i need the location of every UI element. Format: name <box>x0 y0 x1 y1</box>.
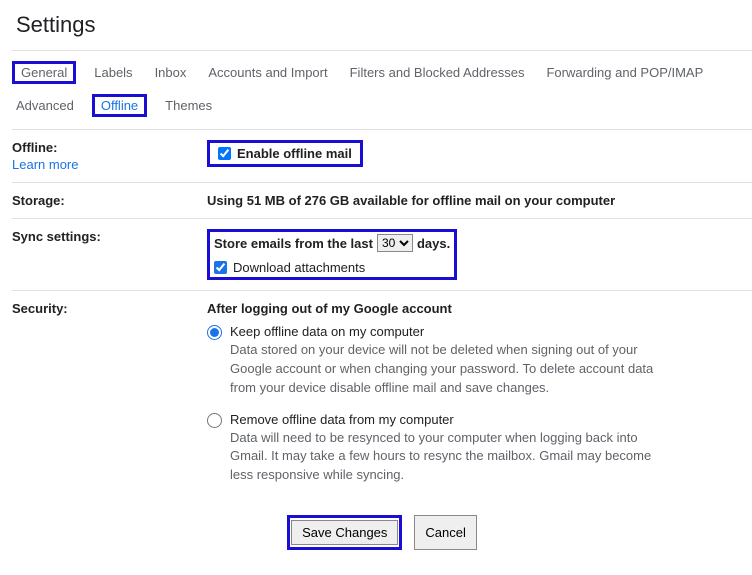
security-label: Security: <box>12 301 207 499</box>
tab-advanced[interactable]: Advanced <box>12 96 78 115</box>
section-storage: Storage: Using 51 MB of 276 GB available… <box>12 183 752 219</box>
store-suffix: days. <box>417 236 450 251</box>
download-attachments-checkbox[interactable] <box>214 261 227 274</box>
security-option-desc: Data stored on your device will not be d… <box>230 341 670 398</box>
store-prefix: Store emails from the last <box>214 236 373 251</box>
button-row: Save Changes Cancel <box>12 509 752 550</box>
tab-filters-and-blocked-addresses[interactable]: Filters and Blocked Addresses <box>346 63 529 82</box>
tab-themes[interactable]: Themes <box>161 96 216 115</box>
tab-offline[interactable]: Offline <box>97 96 142 115</box>
security-option: Keep offline data on my computer Data sto… <box>207 324 752 398</box>
security-radio-1[interactable] <box>207 413 222 428</box>
tab-inbox[interactable]: Inbox <box>151 63 191 82</box>
tab-accounts-and-import[interactable]: Accounts and Import <box>204 63 331 82</box>
save-button[interactable]: Save Changes <box>291 520 398 545</box>
storage-text: Using 51 MB of 276 GB available for offl… <box>207 193 752 208</box>
download-attachments-label: Download attachments <box>233 260 365 275</box>
security-heading: After logging out of my Google account <box>207 301 752 316</box>
sync-days-select[interactable]: 30 <box>377 234 413 252</box>
page-title: Settings <box>12 12 752 38</box>
tabs-primary: General Labels Inbox Accounts and Import Fil… <box>12 50 752 90</box>
tabs-secondary: Advanced Offline Themes <box>12 90 752 130</box>
enable-offline-checkbox[interactable] <box>218 147 231 160</box>
section-offline: Offline: Learn more Enable offline mail <box>12 130 752 183</box>
section-security: Security: After logging out of my Google… <box>12 291 752 509</box>
security-option-label: Keep offline data on my computer <box>230 324 670 339</box>
cancel-button[interactable]: Cancel <box>414 515 476 550</box>
storage-label: Storage: <box>12 193 207 208</box>
section-sync: Sync settings: Store emails from the las… <box>12 219 752 291</box>
tab-general[interactable]: General <box>17 63 71 82</box>
security-option-desc: Data will need to be resynced to your co… <box>230 429 670 486</box>
security-option: Remove offline data from my computer Data… <box>207 412 752 486</box>
security-radio-0[interactable] <box>207 325 222 340</box>
tab-forwarding-and-pop-imap[interactable]: Forwarding and POP/IMAP <box>542 63 707 82</box>
offline-label: Offline: <box>12 140 58 155</box>
enable-offline-label: Enable offline mail <box>237 146 352 161</box>
security-option-label: Remove offline data from my computer <box>230 412 670 427</box>
tab-labels[interactable]: Labels <box>90 63 136 82</box>
learn-more-link[interactable]: Learn more <box>12 157 207 172</box>
sync-label: Sync settings: <box>12 229 207 280</box>
